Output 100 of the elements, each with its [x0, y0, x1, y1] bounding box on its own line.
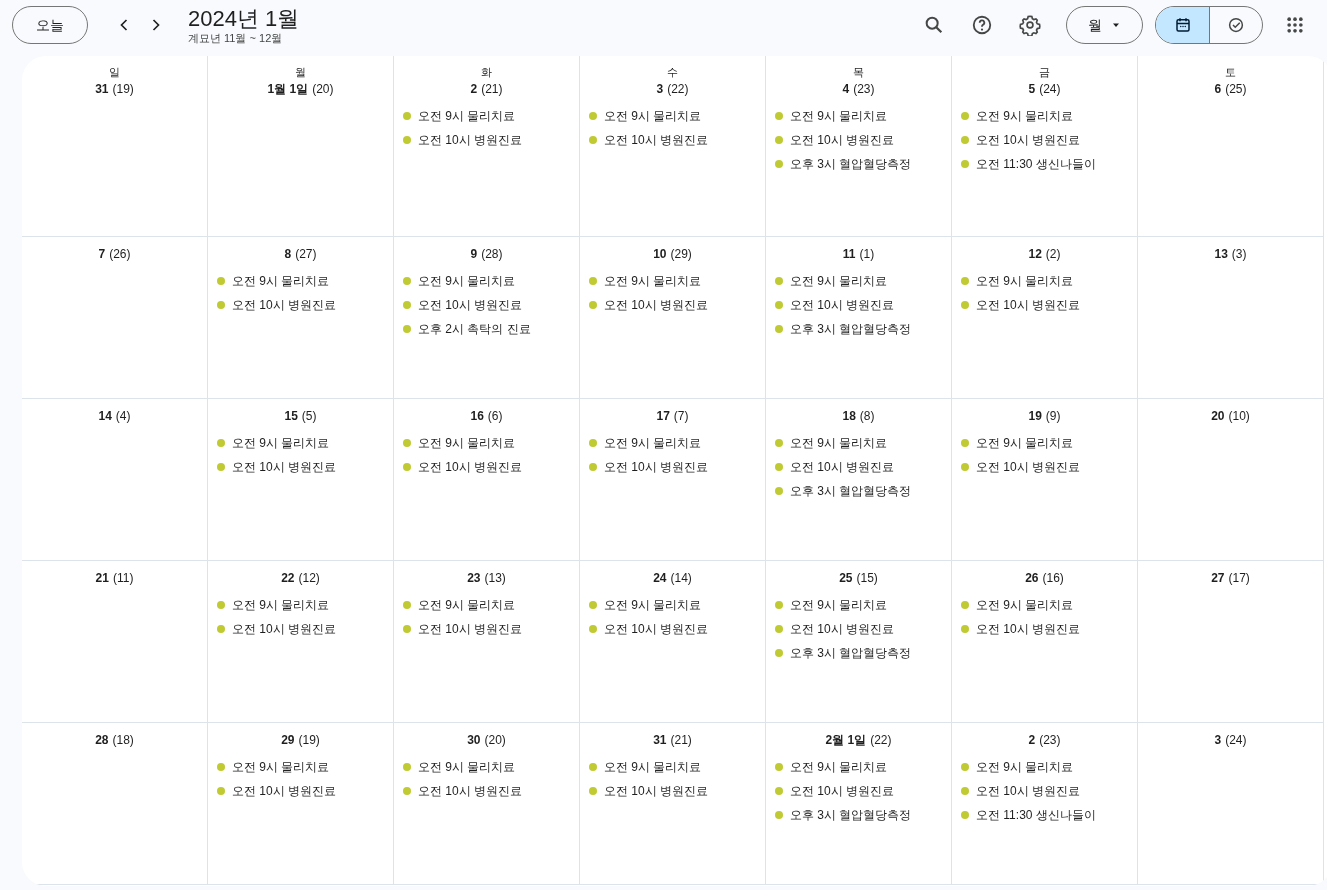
- event-dot: [589, 463, 597, 471]
- event-chip[interactable]: 오전 10시 병원진료: [232, 458, 336, 476]
- event-dot: [775, 649, 783, 657]
- event-chip[interactable]: 오전 10시 병원진료: [604, 782, 708, 800]
- event-chip[interactable]: 오전 9시 물리치료: [976, 434, 1074, 452]
- event-chip[interactable]: 오후 3시 혈압혈당측정: [790, 806, 912, 824]
- event-dot: [775, 439, 783, 447]
- event-chip[interactable]: 오전 10시 병원진료: [418, 620, 522, 638]
- event-chip[interactable]: 오전 10시 병원진료: [232, 782, 336, 800]
- event-chip[interactable]: 오전 9시 물리치료: [976, 758, 1074, 776]
- event-chip[interactable]: 오전 10시 병원진료: [418, 131, 522, 149]
- event-dot: [589, 439, 597, 447]
- event-chip[interactable]: 오전 10시 병원진료: [418, 296, 522, 314]
- lunar-date: (28): [481, 247, 503, 261]
- event-chip[interactable]: 오전 9시 물리치료: [976, 596, 1074, 614]
- event-chip[interactable]: 오후 3시 혈압혈당측정: [790, 320, 912, 338]
- event-chip[interactable]: 오전 10시 병원진료: [604, 131, 708, 149]
- event-chip[interactable]: 오전 9시 물리치료: [232, 758, 330, 776]
- event-chip[interactable]: 오전 9시 물리치료: [604, 596, 702, 614]
- weekday-label: 수: [666, 65, 679, 80]
- event-chip[interactable]: 오후 3시 혈압혈당측정: [790, 482, 912, 500]
- event-chip[interactable]: 오전 9시 물리치료: [976, 107, 1074, 125]
- event-dot: [775, 625, 783, 633]
- event-chip[interactable]: 오전 9시 물리치료: [418, 596, 516, 614]
- date-label: 27: [1211, 571, 1225, 585]
- event-chip[interactable]: 오전 9시 물리치료: [790, 107, 888, 125]
- date-label: 3: [656, 82, 664, 96]
- weekday-label: 일: [108, 65, 121, 80]
- lunar-date: (22): [667, 82, 689, 96]
- event-chip[interactable]: 오전 10시 병원진료: [976, 131, 1080, 149]
- event-dot: [775, 601, 783, 609]
- date-label: 30: [467, 733, 481, 747]
- event-dot: [589, 277, 597, 285]
- event-chip[interactable]: 오전 10시 병원진료: [976, 620, 1080, 638]
- event-chip[interactable]: 오전 10시 병원진료: [976, 458, 1080, 476]
- event-chip[interactable]: 오후 3시 혈압혈당측정: [790, 644, 912, 662]
- event-chip[interactable]: 오전 9시 물리치료: [232, 596, 330, 614]
- event-chip[interactable]: 오전 9시 물리치료: [790, 596, 888, 614]
- lunar-date: (6): [487, 409, 503, 423]
- event-chip[interactable]: 오전 9시 물리치료: [604, 272, 702, 290]
- event-chip[interactable]: 오전 10시 병원진료: [790, 296, 894, 314]
- event-chip[interactable]: 오전 9시 물리치료: [976, 272, 1074, 290]
- event-chip[interactable]: 오전 10시 병원진료: [604, 296, 708, 314]
- date-label: 10: [653, 247, 667, 261]
- event-chip[interactable]: 오전 9시 물리치료: [418, 434, 516, 452]
- event-chip[interactable]: 오전 10시 병원진료: [232, 296, 336, 314]
- event-chip[interactable]: 오후 3시 혈압혈당측정: [790, 155, 912, 173]
- event-chip[interactable]: 오전 11:30 생신나들이: [976, 155, 1096, 173]
- event-chip[interactable]: 오전 10시 병원진료: [976, 782, 1080, 800]
- event-chip[interactable]: 오전 9시 물리치료: [790, 272, 888, 290]
- event-dot: [403, 763, 411, 771]
- lunar-date: (23): [853, 82, 875, 96]
- date-label: 9: [470, 247, 478, 261]
- event-chip[interactable]: 오전 9시 물리치료: [604, 107, 702, 125]
- lunar-subtitle: 계묘년 11월 ~ 12월: [188, 31, 284, 45]
- event-chip[interactable]: 오전 10시 병원진료: [418, 782, 522, 800]
- lunar-date: (27): [295, 247, 317, 261]
- event-chip[interactable]: 오전 9시 물리치료: [790, 758, 888, 776]
- event-chip[interactable]: 오전 10시 병원진료: [976, 296, 1080, 314]
- event-dot: [961, 625, 969, 633]
- date-label: 17: [656, 409, 670, 423]
- event-dot: [775, 811, 783, 819]
- settings-icon: [1019, 14, 1041, 36]
- lunar-date: (21): [481, 82, 503, 96]
- event-chip[interactable]: 오전 10시 병원진료: [790, 782, 894, 800]
- event-chip[interactable]: 오전 9시 물리치료: [604, 434, 702, 452]
- event-chip[interactable]: 오전 10시 병원진료: [604, 458, 708, 476]
- event-dot: [961, 601, 969, 609]
- event-chip[interactable]: 오전 9시 물리치료: [418, 758, 516, 776]
- event-chip[interactable]: 오전 9시 물리치료: [232, 434, 330, 452]
- event-chip[interactable]: 오전 9시 물리치료: [418, 107, 516, 125]
- calendar-icon: [1173, 16, 1192, 34]
- date-label: 21: [95, 571, 109, 585]
- lunar-date: (24): [1039, 82, 1061, 96]
- lunar-date: (7): [673, 409, 689, 423]
- event-chip[interactable]: 오전 11:30 생신나들이: [976, 806, 1096, 824]
- event-dot: [403, 787, 411, 795]
- event-chip[interactable]: 오전 9시 물리치료: [232, 272, 330, 290]
- event-dot: [403, 463, 411, 471]
- calendar-view-button[interactable]: [1156, 7, 1209, 43]
- event-chip[interactable]: 오전 9시 물리치료: [418, 272, 516, 290]
- event-chip[interactable]: 오전 10시 병원진료: [232, 620, 336, 638]
- event-chip[interactable]: 오전 10시 병원진료: [790, 458, 894, 476]
- event-dot: [961, 160, 969, 168]
- event-dot: [217, 301, 225, 309]
- weekday-label: 금: [1038, 65, 1051, 80]
- event-dot: [775, 463, 783, 471]
- event-chip[interactable]: 오전 9시 물리치료: [790, 434, 888, 452]
- weekday-label: 월: [294, 65, 307, 80]
- event-chip[interactable]: 오후 2시 촉탁의 진료: [418, 320, 531, 338]
- lunar-date: (21): [670, 733, 692, 747]
- event-chip[interactable]: 오전 10시 병원진료: [604, 620, 708, 638]
- event-chip[interactable]: 오전 10시 병원진료: [790, 620, 894, 638]
- event-dot: [403, 301, 411, 309]
- event-chip[interactable]: 오전 9시 물리치료: [604, 758, 702, 776]
- event-chip[interactable]: 오전 10시 병원진료: [790, 131, 894, 149]
- event-chip[interactable]: 오전 10시 병원진료: [418, 458, 522, 476]
- date-label: 19: [1028, 409, 1042, 423]
- lunar-date: (14): [670, 571, 692, 585]
- date-label: 14: [98, 409, 112, 423]
